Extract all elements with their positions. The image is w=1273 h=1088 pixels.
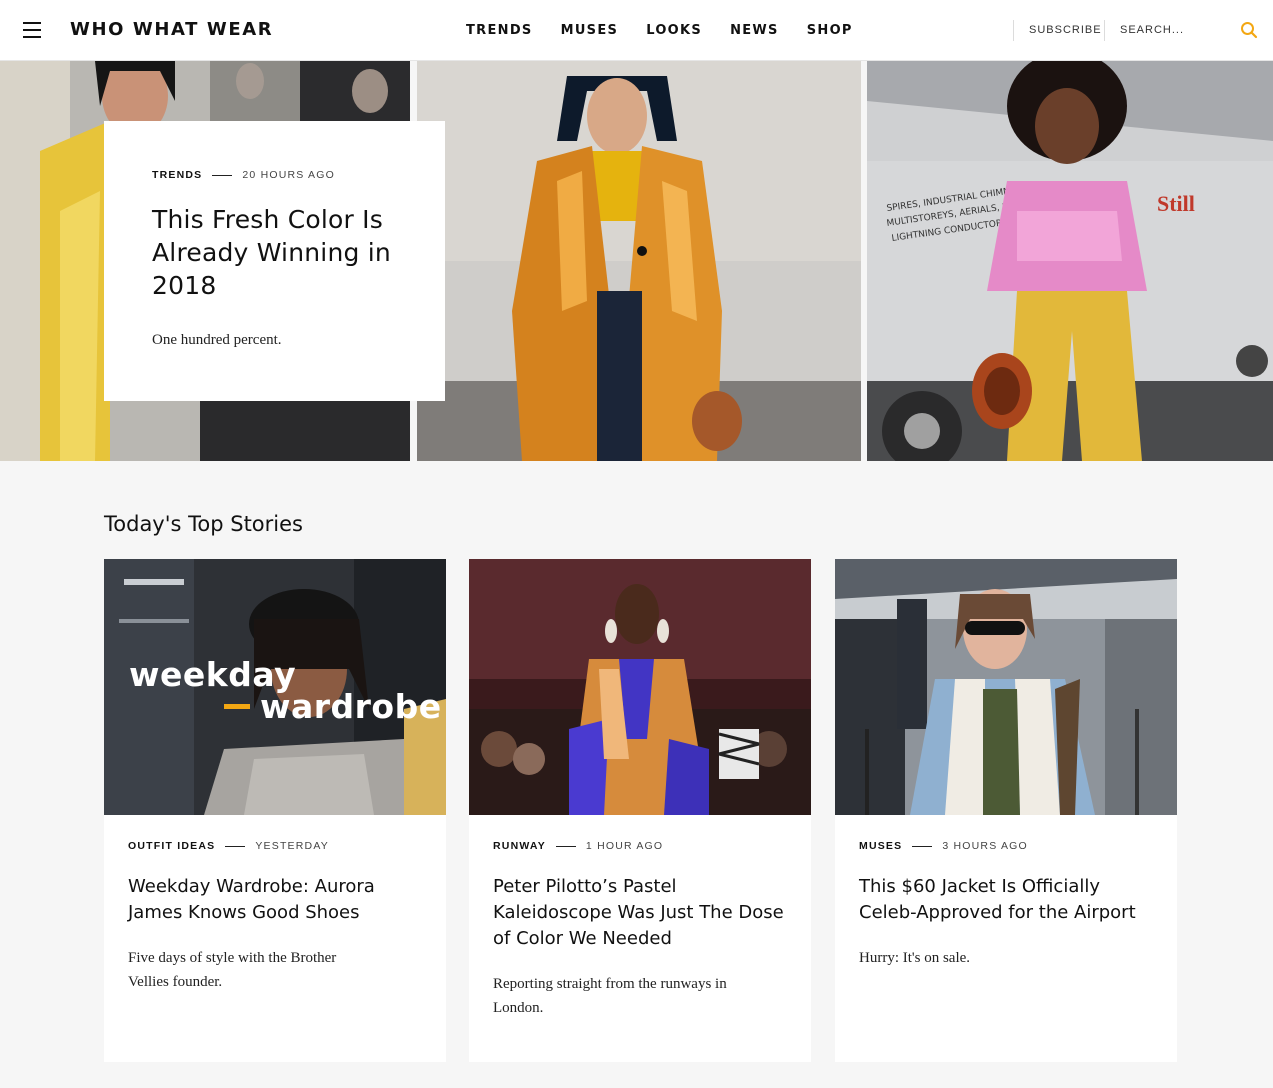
nav-news[interactable]: NEWS xyxy=(730,23,779,38)
card-dek: Reporting straight from the runways in L… xyxy=(493,976,727,1016)
site-header: WHO WHAT WEAR TRENDS MUSES LOOKS NEWS SH… xyxy=(0,0,1273,61)
site-logo[interactable]: WHO WHAT WEAR xyxy=(70,19,273,40)
hero-article-card[interactable]: TRENDS 20 HOURS AGO This Fresh Color Is … xyxy=(104,121,445,401)
hero-category[interactable]: TRENDS xyxy=(152,169,202,181)
card-category[interactable]: MUSES xyxy=(859,840,902,852)
hero-meta: TRENDS 20 HOURS AGO xyxy=(152,169,397,181)
nav-shop[interactable]: SHOP xyxy=(807,23,853,38)
card-time: 3 HOURS AGO xyxy=(942,840,1028,852)
card-meta: OUTFIT IDEAS YESTERDAY xyxy=(128,840,422,852)
nav-trends[interactable]: TRENDS xyxy=(466,23,533,38)
meta-divider xyxy=(912,845,933,847)
story-card[interactable]: weekday wardrobe OUTFIT IDEAS YESTERDAY … xyxy=(104,559,446,1062)
card-meta: RUNWAY 1 HOUR AGO xyxy=(493,840,787,852)
story-image[interactable]: weekday wardrobe xyxy=(104,559,446,815)
hero-section: SPIRES, INDUSTRIAL CHIMNEYS, MULTISTOREY… xyxy=(0,61,1273,461)
card-time: 1 HOUR AGO xyxy=(585,840,664,852)
menu-icon[interactable] xyxy=(23,22,41,38)
card-category[interactable]: OUTFIT IDEAS xyxy=(128,840,215,852)
svg-text:Still: Still xyxy=(1157,191,1195,216)
main-nav: TRENDS MUSES LOOKS NEWS SHOP xyxy=(466,23,881,38)
meta-divider xyxy=(555,845,576,847)
header-divider xyxy=(1013,20,1014,41)
card-time: YESTERDAY xyxy=(255,840,329,852)
card-dek: Five days of style with the Brother Vell… xyxy=(128,950,337,990)
card-category[interactable]: RUNWAY xyxy=(493,840,546,852)
story-image[interactable] xyxy=(835,559,1177,815)
story-card[interactable]: MUSES 3 HOURS AGO This $60 Jacket Is Off… xyxy=(835,559,1177,1062)
hero-dek: One hundred percent. xyxy=(152,332,282,348)
wardrobe-overlay-text: wardrobe xyxy=(260,687,442,726)
hero-image-center[interactable] xyxy=(417,61,861,461)
hero-image-right[interactable]: SPIRES, INDUSTRIAL CHIMNEYS, MULTISTOREY… xyxy=(867,61,1273,461)
story-image[interactable] xyxy=(469,559,811,815)
search-input[interactable] xyxy=(1120,19,1230,41)
section-title: Today's Top Stories xyxy=(104,512,303,536)
card-dek: Hurry: It's on sale. xyxy=(859,950,971,966)
meta-divider xyxy=(212,174,233,176)
card-title[interactable]: This $60 Jacket Is Officially Celeb-Appr… xyxy=(859,874,1153,926)
nav-muses[interactable]: MUSES xyxy=(561,23,619,38)
overlay-dash xyxy=(224,704,250,709)
card-title[interactable]: Peter Pilotto’s Pastel Kaleidoscope Was … xyxy=(493,874,787,952)
card-meta: MUSES 3 HOURS AGO xyxy=(859,840,1153,852)
nav-looks[interactable]: LOOKS xyxy=(646,23,702,38)
hero-time: 20 HOURS AGO xyxy=(242,169,335,181)
meta-divider xyxy=(225,845,246,847)
story-card[interactable]: RUNWAY 1 HOUR AGO Peter Pilotto’s Pastel… xyxy=(469,559,811,1062)
header-divider xyxy=(1104,20,1105,41)
search-icon[interactable] xyxy=(1240,21,1258,39)
hero-title[interactable]: This Fresh Color Is Already Winning in 2… xyxy=(152,203,397,302)
card-title[interactable]: Weekday Wardrobe: Aurora James Knows Goo… xyxy=(128,874,422,926)
subscribe-link[interactable]: SUBSCRIBE xyxy=(1029,24,1102,36)
